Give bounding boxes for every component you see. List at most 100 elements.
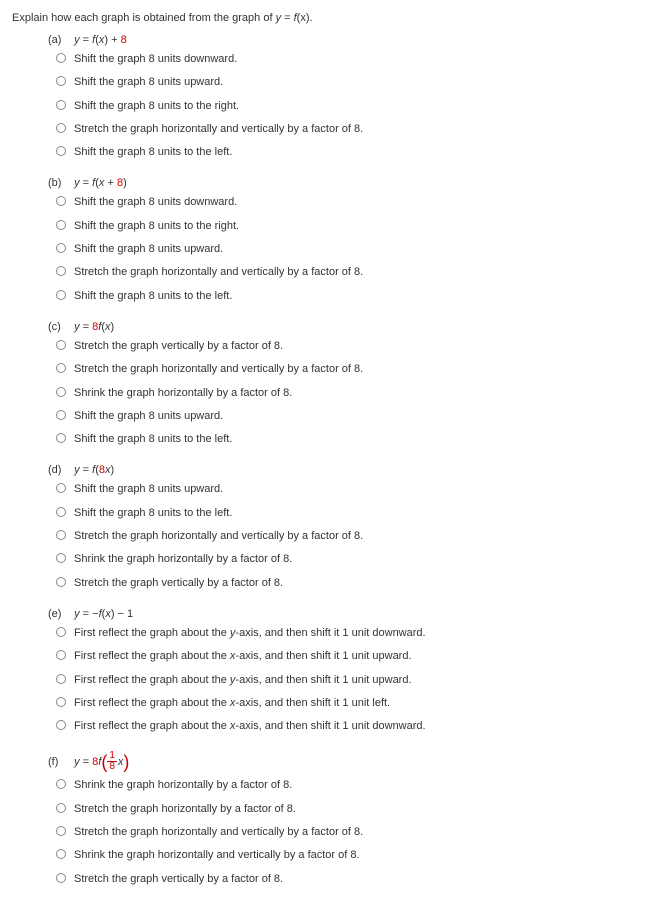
option[interactable]: Stretch the graph horizontally and verti… bbox=[56, 265, 648, 279]
option-text: Stretch the graph horizontally and verti… bbox=[74, 265, 363, 279]
option[interactable]: Stretch the graph vertically by a factor… bbox=[56, 872, 648, 886]
option-text: Shift the graph 8 units upward. bbox=[74, 482, 223, 496]
option[interactable]: Shrink the graph horizontally by a facto… bbox=[56, 552, 648, 566]
option-text: Stretch the graph horizontally by a fact… bbox=[74, 802, 296, 816]
question-header: (e) y = −f(x) − 1 bbox=[48, 608, 648, 620]
radio-icon[interactable] bbox=[56, 674, 66, 684]
radio-icon[interactable] bbox=[56, 577, 66, 587]
option-text: Shift the graph 8 units to the left. bbox=[74, 289, 232, 303]
option[interactable]: Shift the graph 8 units upward. bbox=[56, 482, 648, 496]
option-text: Shrink the graph horizontally by a facto… bbox=[74, 778, 292, 792]
radio-icon[interactable] bbox=[56, 220, 66, 230]
option[interactable]: Shrink the graph horizontally by a facto… bbox=[56, 778, 648, 792]
option[interactable]: First reflect the graph about the x-axis… bbox=[56, 719, 648, 733]
option-text: Shrink the graph horizontally by a facto… bbox=[74, 552, 292, 566]
option[interactable]: Shrink the graph horizontally and vertic… bbox=[56, 848, 648, 862]
option-text: Stretch the graph horizontally and verti… bbox=[74, 122, 363, 136]
option[interactable]: Stretch the graph horizontally and verti… bbox=[56, 529, 648, 543]
option[interactable]: Shift the graph 8 units to the left. bbox=[56, 506, 648, 520]
question-b: (b) y = f(x + 8) Shift the graph 8 units … bbox=[48, 177, 648, 302]
option-text: Stretch the graph horizontally and verti… bbox=[74, 825, 363, 839]
option[interactable]: Shift the graph 8 units to the right. bbox=[56, 99, 648, 113]
question-a: (a) y = f(x) + 8 Shift the graph 8 units … bbox=[48, 34, 648, 159]
radio-icon[interactable] bbox=[56, 720, 66, 730]
option[interactable]: First reflect the graph about the x-axis… bbox=[56, 696, 648, 710]
option-text: Shift the graph 8 units to the left. bbox=[74, 506, 232, 520]
radio-icon[interactable] bbox=[56, 243, 66, 253]
radio-icon[interactable] bbox=[56, 363, 66, 373]
radio-icon[interactable] bbox=[56, 697, 66, 707]
question-header: (b) y = f(x + 8) bbox=[48, 177, 648, 189]
question-header: (d) y = f(8x) bbox=[48, 464, 648, 476]
radio-icon[interactable] bbox=[56, 803, 66, 813]
radio-icon[interactable] bbox=[56, 530, 66, 540]
question-header: (c) y = 8f(x) bbox=[48, 321, 648, 333]
option[interactable]: Stretch the graph horizontally and verti… bbox=[56, 362, 648, 376]
option-text: Stretch the graph vertically by a factor… bbox=[74, 872, 283, 886]
option[interactable]: First reflect the graph about the y-axis… bbox=[56, 673, 648, 687]
question-label: (c) bbox=[48, 321, 68, 333]
question-d: (d) y = f(8x) Shift the graph 8 units upw… bbox=[48, 464, 648, 589]
option[interactable]: First reflect the graph about the y-axis… bbox=[56, 626, 648, 640]
question-header: (f) y = 8f(18x) bbox=[48, 751, 648, 772]
question-equation: y = f(x) + 8 bbox=[68, 34, 127, 46]
option[interactable]: Shift the graph 8 units to the left. bbox=[56, 432, 648, 446]
radio-icon[interactable] bbox=[56, 123, 66, 133]
option[interactable]: First reflect the graph about the x-axis… bbox=[56, 649, 648, 663]
radio-icon[interactable] bbox=[56, 290, 66, 300]
question-header: (a) y = f(x) + 8 bbox=[48, 34, 648, 46]
radio-icon[interactable] bbox=[56, 849, 66, 859]
radio-icon[interactable] bbox=[56, 53, 66, 63]
question-equation: y = −f(x) − 1 bbox=[68, 608, 133, 620]
option-text: Shift the graph 8 units upward. bbox=[74, 242, 223, 256]
option-text: Shift the graph 8 units upward. bbox=[74, 409, 223, 423]
radio-icon[interactable] bbox=[56, 627, 66, 637]
question-label: (d) bbox=[48, 464, 68, 476]
radio-icon[interactable] bbox=[56, 507, 66, 517]
option-text: Shift the graph 8 units to the left. bbox=[74, 145, 232, 159]
option[interactable]: Shift the graph 8 units to the left. bbox=[56, 145, 648, 159]
radio-icon[interactable] bbox=[56, 433, 66, 443]
option[interactable]: Stretch the graph horizontally and verti… bbox=[56, 122, 648, 136]
option-text: Shift the graph 8 units to the left. bbox=[74, 432, 232, 446]
radio-icon[interactable] bbox=[56, 266, 66, 276]
option[interactable]: Stretch the graph vertically by a factor… bbox=[56, 339, 648, 353]
option-text: Shift the graph 8 units upward. bbox=[74, 75, 223, 89]
option[interactable]: Stretch the graph vertically by a factor… bbox=[56, 576, 648, 590]
option[interactable]: Stretch the graph horizontally by a fact… bbox=[56, 802, 648, 816]
radio-icon[interactable] bbox=[56, 779, 66, 789]
radio-icon[interactable] bbox=[56, 196, 66, 206]
radio-icon[interactable] bbox=[56, 553, 66, 563]
radio-icon[interactable] bbox=[56, 76, 66, 86]
option-text: Shrink the graph horizontally and vertic… bbox=[74, 848, 360, 862]
radio-icon[interactable] bbox=[56, 650, 66, 660]
radio-icon[interactable] bbox=[56, 146, 66, 156]
radio-icon[interactable] bbox=[56, 387, 66, 397]
radio-icon[interactable] bbox=[56, 826, 66, 836]
radio-icon[interactable] bbox=[56, 100, 66, 110]
question-label: (f) bbox=[48, 756, 68, 768]
radio-icon[interactable] bbox=[56, 873, 66, 883]
option-text: First reflect the graph about the x-axis… bbox=[74, 719, 426, 733]
option[interactable]: Shift the graph 8 units upward. bbox=[56, 409, 648, 423]
option[interactable]: Shift the graph 8 units downward. bbox=[56, 195, 648, 209]
question-equation: y = f(x + 8) bbox=[68, 177, 127, 189]
option[interactable]: Shift the graph 8 units downward. bbox=[56, 52, 648, 66]
option[interactable]: Shift the graph 8 units upward. bbox=[56, 75, 648, 89]
radio-icon[interactable] bbox=[56, 410, 66, 420]
option-text: First reflect the graph about the x-axis… bbox=[74, 696, 390, 710]
option[interactable]: Shift the graph 8 units to the right. bbox=[56, 219, 648, 233]
radio-icon[interactable] bbox=[56, 483, 66, 493]
question-label: (b) bbox=[48, 177, 68, 189]
option[interactable]: Shrink the graph horizontally by a facto… bbox=[56, 386, 648, 400]
option-text: Stretch the graph horizontally and verti… bbox=[74, 362, 363, 376]
option-text: Shrink the graph horizontally by a facto… bbox=[74, 386, 292, 400]
question-equation: y = f(8x) bbox=[68, 464, 114, 476]
question-c: (c) y = 8f(x) Stretch the graph verticall… bbox=[48, 321, 648, 446]
option-text: Shift the graph 8 units downward. bbox=[74, 195, 237, 209]
option-text: Stretch the graph horizontally and verti… bbox=[74, 529, 363, 543]
radio-icon[interactable] bbox=[56, 340, 66, 350]
option[interactable]: Shift the graph 8 units to the left. bbox=[56, 289, 648, 303]
option[interactable]: Shift the graph 8 units upward. bbox=[56, 242, 648, 256]
option[interactable]: Stretch the graph horizontally and verti… bbox=[56, 825, 648, 839]
